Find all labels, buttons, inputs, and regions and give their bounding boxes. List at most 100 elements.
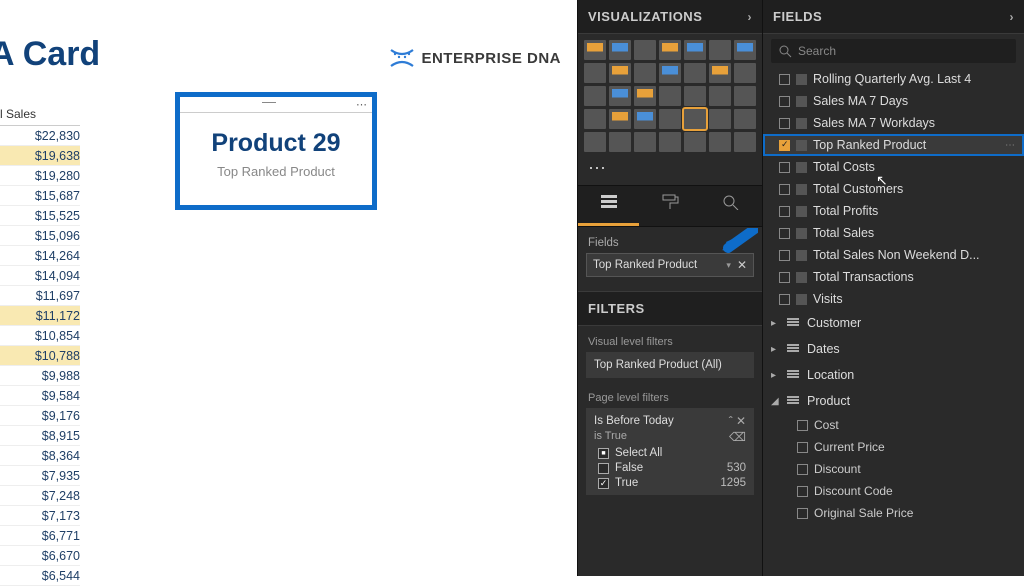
sales-cell[interactable]: $6,544 <box>0 566 80 586</box>
field-table[interactable]: ◢Product <box>763 388 1024 414</box>
viz-type-icon[interactable] <box>634 109 656 129</box>
visualizations-header[interactable]: VISUALIZATIONS › <box>578 0 762 34</box>
filter-option-selectall[interactable]: Select All <box>594 444 746 459</box>
sales-cell[interactable]: $15,525 <box>0 206 80 226</box>
viz-type-icon[interactable] <box>609 132 631 152</box>
viz-type-icon[interactable] <box>584 109 606 129</box>
sales-cell[interactable]: $9,584 <box>0 386 80 406</box>
sales-cell[interactable]: $10,854 <box>0 326 80 346</box>
checkbox-icon[interactable] <box>779 140 790 151</box>
tab-fields[interactable] <box>578 186 639 226</box>
chevron-right-icon[interactable]: › <box>748 10 753 24</box>
viz-type-icon[interactable] <box>684 86 706 106</box>
sales-cell[interactable]: $10,788 <box>0 346 80 366</box>
checkbox-icon[interactable] <box>779 228 790 239</box>
viz-type-icon[interactable] <box>684 109 706 129</box>
sales-cell[interactable]: $7,248 <box>0 486 80 506</box>
filter-option-true[interactable]: True 1295 <box>594 474 746 489</box>
sales-cell[interactable]: $15,687 <box>0 186 80 206</box>
viz-type-icon[interactable] <box>659 132 681 152</box>
viz-type-icon[interactable] <box>659 86 681 106</box>
field-menu-icon[interactable]: ⋯ <box>1005 140 1016 151</box>
viz-type-icon[interactable] <box>609 86 631 106</box>
viz-type-icon[interactable] <box>584 132 606 152</box>
checkbox-icon[interactable] <box>797 486 808 497</box>
checkbox-icon[interactable] <box>779 74 790 85</box>
field-measure[interactable]: Rolling Quarterly Avg. Last 4 <box>763 68 1024 90</box>
viz-type-icon[interactable] <box>734 63 756 83</box>
dropdown-icon[interactable]: ▾ <box>726 260 731 271</box>
sales-cell[interactable]: $14,264 <box>0 246 80 266</box>
checkbox-icon[interactable] <box>598 448 609 459</box>
viz-type-icon[interactable] <box>709 132 731 152</box>
checkbox-icon[interactable] <box>779 250 790 261</box>
field-measure[interactable]: Total Sales <box>763 222 1024 244</box>
viz-type-icon[interactable] <box>609 109 631 129</box>
checkbox-icon[interactable] <box>797 508 808 519</box>
viz-type-icon[interactable] <box>634 40 656 60</box>
field-table[interactable]: ▸Dates <box>763 336 1024 362</box>
collapse-filter-icon[interactable]: ˆ <box>729 414 733 428</box>
field-measure[interactable]: Total Profits <box>763 200 1024 222</box>
fields-search[interactable]: Search <box>771 39 1016 63</box>
sales-cell[interactable]: $6,670 <box>0 546 80 566</box>
viz-type-icon[interactable] <box>609 40 631 60</box>
caret-right-icon[interactable]: ▸ <box>771 344 779 355</box>
caret-right-icon[interactable]: ▸ <box>771 318 779 329</box>
caret-right-icon[interactable]: ▸ <box>771 370 779 381</box>
sales-cell[interactable]: $8,915 <box>0 426 80 446</box>
checkbox-icon[interactable] <box>779 96 790 107</box>
field-measure[interactable]: Total Customers <box>763 178 1024 200</box>
checkbox-icon[interactable] <box>779 118 790 129</box>
sales-cell[interactable]: $11,172 <box>0 306 80 326</box>
checkbox-icon[interactable] <box>797 442 808 453</box>
field-table[interactable]: ▸Customer <box>763 310 1024 336</box>
checkbox-icon[interactable] <box>779 184 790 195</box>
checkbox-icon[interactable] <box>779 272 790 283</box>
checkbox-icon[interactable] <box>779 294 790 305</box>
field-table[interactable]: ▸Location <box>763 362 1024 388</box>
field-column[interactable]: Discount Code <box>763 480 1024 502</box>
sales-cell[interactable]: $19,638 <box>0 146 80 166</box>
viz-type-icon[interactable] <box>684 132 706 152</box>
viz-type-icon[interactable] <box>584 86 606 106</box>
page-filter-item[interactable]: Is Before Today ˆ ✕ is True ⌫ Select All… <box>586 408 754 495</box>
eraser-icon[interactable]: ⌫ <box>729 430 746 444</box>
viz-type-icon[interactable] <box>734 86 756 106</box>
sales-cell[interactable]: $11,697 <box>0 286 80 306</box>
filter-option-false[interactable]: False 530 <box>594 459 746 474</box>
viz-type-icon[interactable] <box>634 86 656 106</box>
visualization-more-icon[interactable]: ⋯ <box>578 158 762 185</box>
viz-type-icon[interactable] <box>634 132 656 152</box>
field-column[interactable]: Cost <box>763 414 1024 436</box>
sales-cell[interactable]: $22,830 <box>0 126 80 146</box>
fields-header[interactable]: FIELDS › <box>763 0 1024 34</box>
field-column[interactable]: Discount <box>763 458 1024 480</box>
card-visual-selected[interactable]: ⋯ Product 29 Top Ranked Product <box>175 92 377 210</box>
viz-type-icon[interactable] <box>734 40 756 60</box>
field-measure[interactable]: Top Ranked Product⋯ <box>763 134 1024 156</box>
sales-cell[interactable]: $19,280 <box>0 166 80 186</box>
fields-well[interactable]: Top Ranked Product ▾ ✕ <box>586 253 754 277</box>
field-measure[interactable]: Total Costs <box>763 156 1024 178</box>
viz-type-icon[interactable] <box>709 40 731 60</box>
remove-field-icon[interactable]: ✕ <box>737 258 747 272</box>
tab-analytics[interactable] <box>701 186 762 226</box>
checkbox-icon[interactable] <box>779 162 790 173</box>
sales-cell[interactable]: $7,935 <box>0 466 80 486</box>
viz-type-icon[interactable] <box>734 109 756 129</box>
viz-type-icon[interactable] <box>659 63 681 83</box>
sales-cell[interactable]: $15,096 <box>0 226 80 246</box>
sales-cell[interactable]: $7,173 <box>0 506 80 526</box>
viz-type-icon[interactable] <box>709 86 731 106</box>
caret-down-icon[interactable]: ◢ <box>771 396 779 407</box>
tab-format[interactable] <box>639 186 700 226</box>
remove-filter-icon[interactable]: ✕ <box>736 414 746 428</box>
field-measure[interactable]: Sales MA 7 Days <box>763 90 1024 112</box>
grip-icon[interactable] <box>262 102 276 103</box>
checkbox-icon[interactable] <box>797 420 808 431</box>
viz-type-icon[interactable] <box>609 63 631 83</box>
viz-type-icon[interactable] <box>684 40 706 60</box>
checkbox-icon[interactable] <box>598 463 609 474</box>
viz-type-icon[interactable] <box>684 63 706 83</box>
